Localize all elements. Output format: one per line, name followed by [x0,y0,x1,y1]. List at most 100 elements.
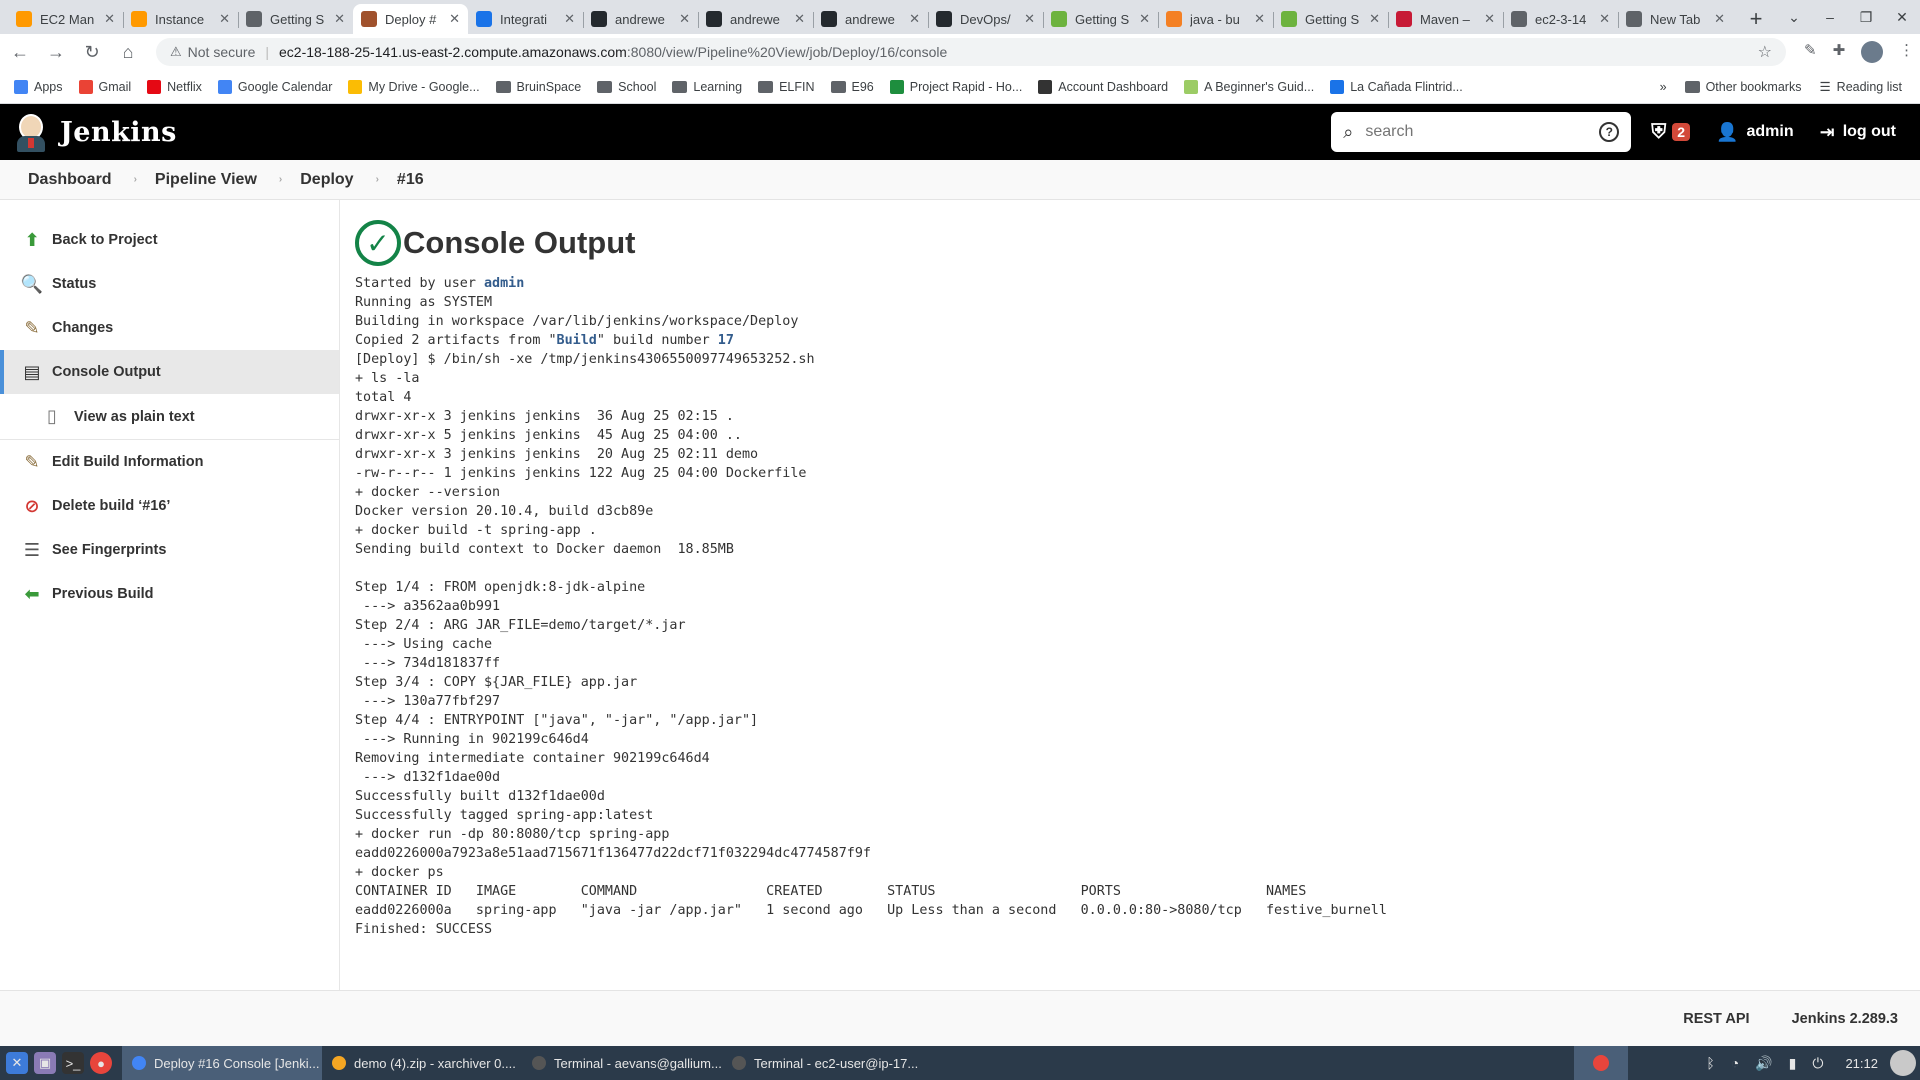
bookmark-item[interactable]: E96 [830,80,874,94]
app-menu-icon[interactable]: ✕ [6,1052,28,1074]
security-shield-icon[interactable]: ⛨ [1651,121,1666,144]
bluetooth-icon[interactable]: ᛒ [1706,1055,1714,1071]
browser-tab[interactable]: Getting S ✕ [1273,4,1388,34]
bookmark-item[interactable]: My Drive - Google... [348,79,480,94]
address-bar[interactable]: ⚠ Not secure ec2-18-188-25-141.us-east-2… [156,38,1786,66]
console-job-link[interactable]: Build [557,333,597,348]
eyedropper-icon[interactable]: ✎ [1804,41,1817,63]
sidebar-item[interactable]: ☰ See Fingerprints [0,528,339,572]
bookmark-item[interactable]: Learning [672,80,742,94]
reload-icon[interactable]: ↻ [76,42,108,63]
close-icon[interactable]: ✕ [219,11,230,27]
browser-tab[interactable]: Getting S ✕ [238,4,353,34]
close-icon[interactable]: ✕ [679,11,690,27]
browser-tab[interactable]: Deploy # ✕ [353,4,468,34]
sidebar-item[interactable]: ▯ View as plain text [0,394,339,440]
bookmark-item[interactable]: Gmail [78,79,131,94]
browser-tab[interactable]: andrewe ✕ [583,4,698,34]
close-icon[interactable]: ✕ [1369,11,1380,27]
browser-tab[interactable]: EC2 Man ✕ [8,4,123,34]
close-icon[interactable]: ✕ [1599,11,1610,27]
forward-arrow-icon[interactable]: → [40,42,72,63]
sidebar-item[interactable]: ⬆ Back to Project [0,218,339,262]
volume-icon[interactable]: 🔊 [1755,1055,1772,1072]
close-icon[interactable]: ✕ [1024,11,1035,27]
close-icon[interactable]: ✕ [449,11,460,27]
terminal-icon[interactable]: >_ [62,1052,84,1074]
new-tab-button[interactable]: + [1741,4,1771,34]
browser-tab[interactable]: andrewe ✕ [698,4,813,34]
bookmark-item[interactable]: BruinSpace [495,80,581,94]
bookmark-item[interactable]: School [597,80,656,94]
close-window-icon[interactable]: ✕ [1884,9,1920,26]
bookmark-item[interactable]: La Cañada Flintrid... [1330,79,1463,94]
browser-tab[interactable]: Maven – ✕ [1388,4,1503,34]
sidebar-item[interactable]: ⬅ Previous Build [0,572,339,616]
browser-tab[interactable]: New Tab ✕ [1618,4,1733,34]
browser-tab[interactable]: Instance ✕ [123,4,238,34]
bookmark-item[interactable]: Project Rapid - Ho... [889,79,1022,94]
browser-tab[interactable]: andrewe ✕ [813,4,928,34]
restore-icon[interactable]: ❐ [1848,9,1884,26]
minimize-icon[interactable]: – [1812,9,1848,25]
rest-api-link[interactable]: REST API [1683,1011,1749,1027]
tab-search-icon[interactable]: ⌄ [1776,9,1812,26]
user-avatar[interactable] [1890,1050,1916,1076]
console-build-link[interactable]: 17 [718,333,734,348]
battery-icon[interactable]: ▮ [1789,1055,1797,1072]
profile-avatar[interactable] [1861,41,1884,63]
bookmark-item[interactable]: Google Calendar [217,79,332,94]
taskbar-window-button[interactable]: demo (4).zip - xarchiver 0.... [322,1046,522,1080]
alert-count-badge[interactable]: 2 [1672,123,1691,141]
help-icon[interactable]: ? [1599,122,1620,142]
close-icon[interactable]: ✕ [1714,11,1725,27]
breadcrumb-item[interactable]: #16 [397,171,424,189]
jenkins-version-link[interactable]: Jenkins 2.289.3 [1792,1011,1898,1027]
bookmark-item[interactable]: ELFIN [758,80,815,94]
search-input[interactable] [1365,123,1600,141]
browser-tab[interactable]: ec2-3-14 ✕ [1503,4,1618,34]
browser-tab[interactable]: DevOps/ ✕ [928,4,1043,34]
user-link[interactable]: admin [1746,123,1793,141]
taskbar-window-button[interactable]: Terminal - ec2-user@ip-17... [722,1046,922,1080]
sidebar-item[interactable]: 🔍 Status [0,262,339,306]
close-icon[interactable]: ✕ [794,11,805,27]
bookmark-star-icon[interactable]: ☆ [1758,42,1772,62]
taskbar-window-button[interactable]: Deploy #16 Console [Jenki... [122,1046,322,1080]
breadcrumb-item[interactable]: Dashboard › [28,171,155,189]
close-icon[interactable]: ✕ [1254,11,1265,27]
browser-tab[interactable]: java - bu ✕ [1158,4,1273,34]
jenkins-logo[interactable]: Jenkins [14,112,177,152]
browser-tab[interactable]: Integrati ✕ [468,4,583,34]
reading-list[interactable]: ☰ Reading list [1819,79,1902,95]
breadcrumb-item[interactable]: Deploy › [300,171,397,189]
close-icon[interactable]: ✕ [564,11,575,27]
back-arrow-icon[interactable]: ← [4,42,36,63]
browser-tab[interactable]: Getting S ✕ [1043,4,1158,34]
chrome-tray-icon[interactable] [1574,1046,1629,1080]
other-bookmarks[interactable]: Other bookmarks [1684,80,1801,94]
close-icon[interactable]: ✕ [104,11,115,27]
bookmark-item[interactable]: Netflix [147,79,202,94]
bookmarks-overflow-button[interactable]: » [1660,80,1667,94]
close-icon[interactable]: ✕ [1139,11,1150,27]
console-user-link[interactable]: admin [484,276,524,291]
close-icon[interactable]: ✕ [909,11,920,27]
menu-dots-icon[interactable]: ⋮ [1899,41,1914,63]
breadcrumb-item[interactable]: Pipeline View › [155,171,300,189]
taskbar-window-button[interactable]: Terminal - aevans@gallium... [522,1046,722,1080]
home-icon[interactable]: ⌂ [112,42,144,63]
files-icon[interactable]: ▣ [34,1052,56,1074]
sidebar-item[interactable]: ⊘ Delete build ‘#16’ [0,484,339,528]
sidebar-item[interactable]: ✎ Changes [0,306,339,350]
wifi-icon[interactable]: ◔ [1731,1055,1739,1071]
close-icon[interactable]: ✕ [1484,11,1495,27]
bookmark-item[interactable]: A Beginner's Guid... [1184,79,1314,94]
logout-link[interactable]: log out [1843,123,1896,141]
extensions-puzzle-icon[interactable]: ✚ [1833,41,1846,63]
sidebar-item[interactable]: ✎ Edit Build Information [0,440,339,484]
power-icon[interactable]: ⏻ [1812,1055,1823,1072]
sidebar-item[interactable]: ▤ Console Output [0,350,339,394]
chrome-icon[interactable]: ● [90,1052,112,1074]
bookmark-item[interactable]: Apps [14,79,63,94]
